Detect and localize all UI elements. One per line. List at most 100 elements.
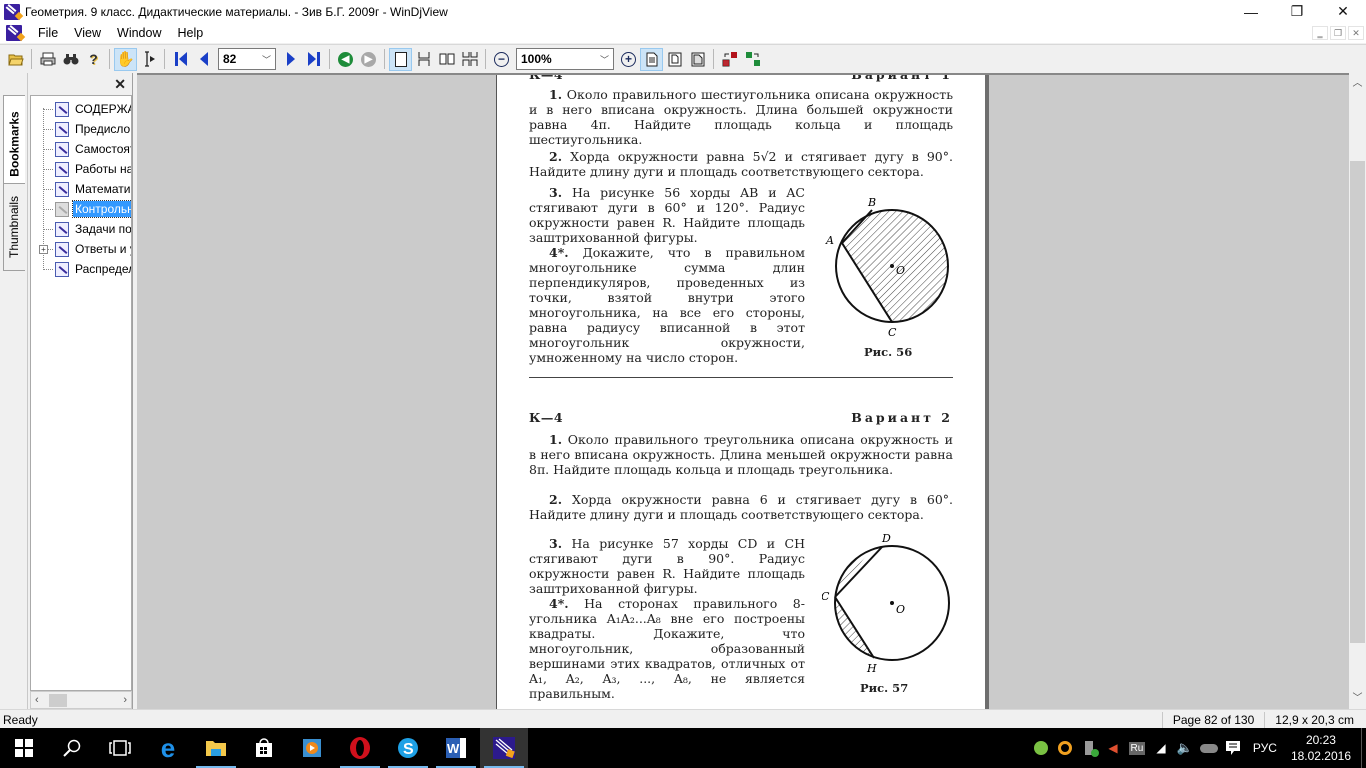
variant2-problem1: 1. Около правильного треугольника описан… [529, 432, 953, 477]
orange-app-tray-icon[interactable] [1053, 728, 1077, 768]
doc-minimize-button[interactable]: ‗ [1312, 26, 1328, 40]
bookmarks-panel: ✕ СОДЕРЖА Предислов Самостоят Работы на … [28, 73, 132, 709]
prev-page-button[interactable] [192, 48, 215, 71]
next-page-button[interactable] [279, 48, 302, 71]
rotate-left-button[interactable] [718, 48, 741, 71]
bookmark-item[interactable]: Работы на [31, 159, 131, 179]
print-button[interactable] [36, 48, 59, 71]
status-ready: Ready [3, 712, 38, 727]
first-page-button[interactable] [169, 48, 192, 71]
figure-56-center-dot [890, 264, 894, 268]
bookmark-item[interactable]: Задачи по [31, 219, 131, 239]
figure-56-label-b: B [867, 196, 876, 209]
menu-window[interactable]: Window [109, 26, 169, 40]
open-button[interactable] [4, 48, 27, 71]
ime-ru-icon[interactable]: Ru [1125, 728, 1149, 768]
wifi-icon[interactable]: ◢ [1149, 728, 1173, 768]
action-center-icon[interactable] [1221, 728, 1245, 768]
hand-tool-button[interactable]: ✋ [114, 47, 137, 71]
actual-size-button[interactable] [686, 48, 709, 71]
vertical-scrollbar[interactable]: ︿ ﹀ [1349, 73, 1366, 709]
green-status-tray-icon[interactable] [1029, 728, 1053, 768]
figure-57-label-o: O [896, 603, 905, 616]
menu-help[interactable]: Help [170, 26, 212, 40]
menu-view[interactable]: View [66, 26, 109, 40]
close-button[interactable]: ✕ [1320, 0, 1366, 23]
variant1-label: Вариант 1 [851, 73, 953, 82]
scroll-up-icon[interactable]: ︿ [1349, 75, 1366, 92]
language-indicator[interactable]: РУС [1245, 728, 1285, 768]
page-number-combo[interactable]: 82 ﹀ [218, 48, 276, 70]
bookmark-item-selected[interactable]: Контрольн [31, 199, 131, 219]
task-view-button[interactable] [96, 728, 144, 768]
last-page-button[interactable] [302, 48, 325, 71]
scroll-right-icon[interactable]: › [123, 694, 127, 706]
page-number-value: 82 [223, 52, 237, 66]
variant1-problem1: 1. Около правильного шестиугольника опис… [529, 87, 953, 147]
expand-plus-icon[interactable]: + [39, 245, 48, 254]
edge-button[interactable]: e [144, 728, 192, 768]
text-select-icon [144, 51, 155, 67]
clock[interactable]: 20:23 18.02.2016 [1285, 732, 1361, 764]
help-button[interactable]: ? [82, 48, 105, 71]
speaker-muted-app-icon[interactable]: ◀ [1101, 728, 1125, 768]
start-button[interactable] [0, 728, 48, 768]
skype-button[interactable]: S [384, 728, 432, 768]
minimize-button[interactable]: — [1228, 0, 1274, 23]
doc-close-button[interactable]: ✕ [1348, 26, 1364, 40]
zoom-out-button[interactable]: − [490, 48, 513, 71]
document-viewer[interactable]: К—4 Вариант 1 1. Около правильного шести… [137, 73, 1349, 709]
windjview-button[interactable] [480, 728, 528, 768]
forward-arrow-icon: ▶ [361, 51, 376, 67]
menu-file[interactable]: File [30, 26, 66, 40]
single-page-button[interactable] [389, 47, 412, 71]
usb-safe-remove-icon[interactable] [1077, 728, 1101, 768]
bookmark-item[interactable]: СОДЕРЖА [31, 99, 131, 119]
bookmark-page-icon [55, 201, 69, 217]
select-tool-button[interactable] [137, 48, 160, 71]
media-player-button[interactable] [288, 728, 336, 768]
fit-width-button[interactable] [663, 48, 686, 71]
next-page-icon [286, 52, 295, 66]
file-explorer-icon [206, 741, 226, 756]
zoom-combo[interactable]: 100% ﹀ [516, 48, 614, 70]
scroll-down-icon[interactable]: ﹀ [1349, 690, 1366, 707]
back-arrow-icon: ◀ [338, 51, 353, 67]
forward-button[interactable]: ▶ [357, 48, 380, 71]
continuous-button[interactable] [412, 48, 435, 71]
volume-icon[interactable]: 🔈 [1173, 728, 1197, 768]
show-desktop-button[interactable] [1361, 728, 1366, 768]
close-sidebar-icon[interactable]: ✕ [114, 76, 126, 93]
fit-page-button[interactable] [640, 47, 663, 71]
word-button[interactable]: W [432, 728, 480, 768]
doc-restore-button[interactable]: ❐ [1330, 26, 1346, 40]
store-button[interactable] [240, 728, 288, 768]
tab-bookmarks[interactable]: Bookmarks [3, 95, 25, 193]
find-button[interactable] [59, 48, 82, 71]
scroll-left-icon[interactable]: ‹ [35, 694, 39, 706]
bookmarks-horizontal-scrollbar[interactable]: ‹ › [30, 691, 132, 709]
facing-button[interactable] [435, 48, 458, 71]
clock-time: 20:23 [1305, 733, 1336, 747]
bookmark-item[interactable]: Предислов [31, 119, 131, 139]
opera-button[interactable] [336, 728, 384, 768]
figure-56-label-c: C [888, 326, 897, 339]
onedrive-icon[interactable] [1197, 728, 1221, 768]
search-button[interactable] [48, 728, 96, 768]
scroll-thumb[interactable] [49, 694, 67, 707]
bookmark-item[interactable]: Самостоят [31, 139, 131, 159]
document-system-menu-icon[interactable] [6, 25, 22, 41]
back-button[interactable]: ◀ [334, 48, 357, 71]
file-explorer-button[interactable] [192, 728, 240, 768]
title-bar: Геометрия. 9 класс. Дидактические матери… [0, 0, 1366, 23]
zoom-in-button[interactable]: + [617, 48, 640, 71]
scroll-thumb[interactable] [1350, 161, 1365, 643]
bookmark-page-icon [55, 141, 69, 157]
bookmark-item[interactable]: Математич [31, 179, 131, 199]
bookmark-page-icon [55, 181, 69, 197]
tab-thumbnails[interactable]: Thumbnails [3, 183, 25, 271]
continuous-facing-button[interactable] [458, 48, 481, 71]
rotate-right-button[interactable] [741, 48, 764, 71]
bookmark-item[interactable]: Распредел [31, 259, 131, 279]
restore-button[interactable]: ❐ [1274, 0, 1320, 23]
